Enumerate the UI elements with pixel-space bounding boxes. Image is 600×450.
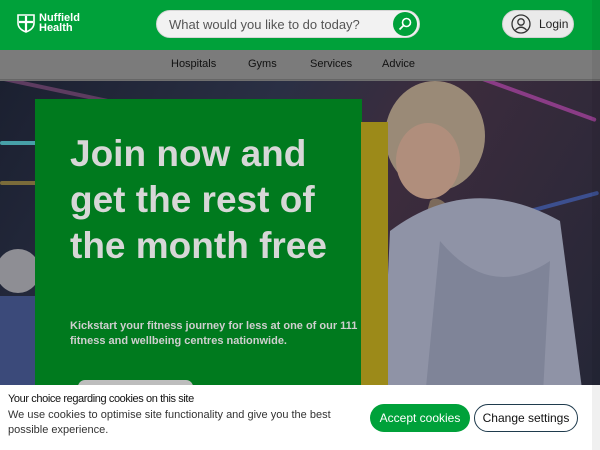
light-streak: [0, 141, 40, 145]
promo-subtitle: Kickstart your fitness journey for less …: [70, 320, 358, 347]
page-scrollbar[interactable]: [592, 0, 600, 450]
cookie-banner-text: We use cookies to optimise site function…: [8, 409, 331, 436]
logo-line-2: Health: [39, 22, 73, 34]
light-streak: [0, 181, 40, 185]
login-button[interactable]: Login: [502, 10, 574, 38]
nav-item-hospitals[interactable]: Hospitals: [171, 58, 216, 70]
main-nav: Hospitals Gyms Services Advice: [0, 50, 600, 80]
cookie-banner-title: Your choice regarding cookies on this si…: [8, 393, 194, 405]
logo-wordmark: Nuffield Health: [39, 13, 80, 34]
nuffield-logo[interactable]: Nuffield Health: [17, 13, 80, 34]
promo-title: Join now and get the rest of the month f…: [70, 133, 327, 266]
nav-item-gyms[interactable]: Gyms: [248, 58, 277, 70]
nav-item-services[interactable]: Services: [310, 58, 352, 70]
promo-accent-bar: [361, 122, 388, 402]
login-label: Login: [539, 17, 569, 31]
site-header: Nuffield Health Login: [0, 0, 600, 50]
change-settings-button[interactable]: Change settings: [474, 404, 578, 432]
search-icon: [398, 17, 412, 31]
search-button[interactable]: [393, 12, 417, 36]
search-input[interactable]: [169, 17, 389, 32]
user-icon: [511, 14, 531, 34]
search-bar: [156, 10, 420, 38]
accept-cookies-button[interactable]: Accept cookies: [370, 404, 470, 432]
nav-item-advice[interactable]: Advice: [382, 58, 415, 70]
nuffield-shield-icon: [17, 14, 35, 33]
